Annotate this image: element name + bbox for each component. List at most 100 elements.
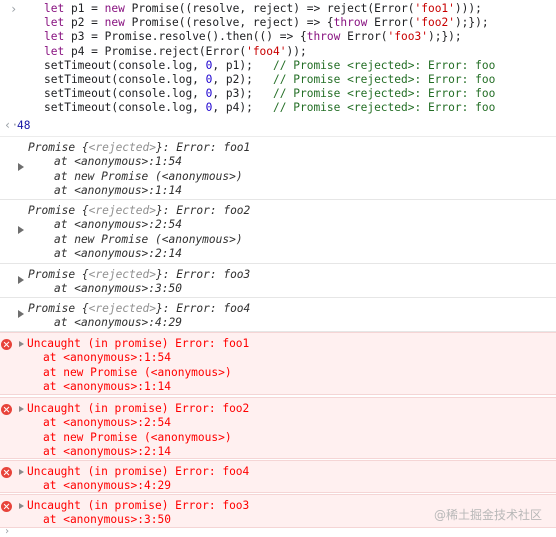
code-token: 'foo3' xyxy=(387,30,428,44)
code-token: , p4); xyxy=(212,101,274,115)
code-token: 'foo4' xyxy=(246,44,287,58)
error-message: Uncaught (in promise) Error: foo3 xyxy=(27,499,250,512)
expand-triangle-icon[interactable] xyxy=(18,310,24,318)
error-icon xyxy=(1,339,12,350)
console-log-entry[interactable]: Promise {<rejected>}: Error: foo3 at <ano… xyxy=(0,264,556,298)
code-token: // Promise <rejected>: Error: foo xyxy=(273,58,496,72)
input-prompt-icon: › xyxy=(10,2,18,16)
stack-frame: at <anonymous>:2:14 xyxy=(54,247,182,261)
code-token: , p3); xyxy=(212,87,274,101)
code-line: let p4 = Promise.reject(Error('foo4')); xyxy=(44,45,495,59)
log-head-part: <rejected> xyxy=(88,268,156,281)
console-error-entry[interactable]: Uncaught (in promise) Error: foo1 at <ano… xyxy=(0,332,556,395)
code-token: p2 = xyxy=(64,16,105,30)
result-row: ‹· 48 xyxy=(0,116,556,137)
expand-triangle-icon[interactable] xyxy=(19,406,24,412)
log-head-part: }: Error: foo3 xyxy=(155,268,251,281)
error-icon xyxy=(1,501,12,512)
log-headline: Promise {<rejected>}: Error: foo3 xyxy=(28,268,250,282)
code-token: let xyxy=(44,2,65,15)
code-token: Promise((resolve, reject) => reject(Erro… xyxy=(124,2,415,15)
console-log-entry[interactable]: Promise {<rejected>}: Error: foo4 at <ano… xyxy=(0,298,556,332)
stack-frame: at <anonymous>:1:14 xyxy=(54,184,182,198)
stack-frame: at <anonymous>:4:29 xyxy=(54,316,182,330)
code-token: new xyxy=(104,16,125,30)
code-token: , p2); xyxy=(212,73,274,87)
code-input: let p1 = new Promise((resolve, reject) =… xyxy=(44,2,495,116)
log-head-part: Promise { xyxy=(28,268,89,281)
stack-frame: at <anonymous>:1:54 xyxy=(43,351,171,365)
log-head-part: }: Error: foo1 xyxy=(155,141,251,154)
console-prompt-icon[interactable]: › xyxy=(4,526,10,537)
code-token: // Promise <rejected>: Error: foo xyxy=(273,73,496,87)
code-token: p1 = xyxy=(64,2,105,15)
code-token: Error( xyxy=(367,16,415,30)
code-line: let p1 = new Promise((resolve, reject) =… xyxy=(44,2,495,16)
code-line: let p3 = Promise.resolve().then(() => {t… xyxy=(44,30,495,44)
code-token: );}); xyxy=(454,16,489,30)
log-head-part: }: Error: foo2 xyxy=(155,204,251,217)
log-headline: Promise {<rejected>}: Error: foo4 xyxy=(28,302,250,316)
code-token: setTimeout(console.log, xyxy=(44,58,206,72)
code-token: Promise((resolve, reject) => { xyxy=(124,16,334,30)
code-token: 'foo2' xyxy=(414,16,455,30)
code-token: let xyxy=(44,16,65,30)
expand-triangle-icon[interactable] xyxy=(19,341,24,347)
watermark: @稀土掘金技术社区 xyxy=(433,508,542,522)
code-token: )); xyxy=(286,44,307,58)
console-error-entry[interactable]: Uncaught (in promise) Error: foo4 at <ano… xyxy=(0,460,556,493)
expand-triangle-icon[interactable] xyxy=(19,469,24,475)
stack-frame: at <anonymous>:4:29 xyxy=(43,479,171,493)
stack-frame: at <anonymous>:2:54 xyxy=(54,218,182,232)
code-token: throw xyxy=(306,30,341,44)
code-line: setTimeout(console.log, 0, p1); // Promi… xyxy=(44,59,495,73)
code-token: p4 = Promise.reject(Error( xyxy=(64,44,247,58)
log-head-part: <rejected> xyxy=(88,204,156,217)
stack-frame: at new Promise (<anonymous>) xyxy=(54,232,243,246)
stack-frame: at <anonymous>:2:54 xyxy=(43,416,171,430)
stack-frame: at new Promise (<anonymous>) xyxy=(43,365,232,379)
stack-frame: at <anonymous>:3:50 xyxy=(43,513,171,527)
console-log-entry[interactable]: Promise {<rejected>}: Error: foo2 at <ano… xyxy=(0,200,556,264)
code-token: // Promise <rejected>: Error: foo xyxy=(273,101,496,115)
log-head-part: Promise { xyxy=(28,141,89,154)
code-token: setTimeout(console.log, xyxy=(44,73,206,87)
code-line: let p2 = new Promise((resolve, reject) =… xyxy=(44,16,495,30)
code-token: 'foo1' xyxy=(414,2,455,15)
log-head-part: <rejected> xyxy=(88,302,156,315)
code-token: setTimeout(console.log, xyxy=(44,101,206,115)
expand-triangle-icon[interactable] xyxy=(19,503,24,509)
error-icon xyxy=(1,404,12,415)
stack-frame: at <anonymous>:1:54 xyxy=(54,155,182,169)
error-message: Uncaught (in promise) Error: foo1 xyxy=(27,337,250,350)
expand-triangle-icon[interactable] xyxy=(18,226,24,234)
expand-triangle-icon[interactable] xyxy=(18,276,24,284)
code-line: setTimeout(console.log, 0, p3); // Promi… xyxy=(44,87,495,101)
stack-frame: at <anonymous>:1:14 xyxy=(43,380,171,394)
code-token: Error( xyxy=(340,30,388,44)
log-headline: Promise {<rejected>}: Error: foo1 xyxy=(28,141,250,155)
code-token: // Promise <rejected>: Error: foo xyxy=(273,87,496,101)
stack-frame: at <anonymous>:2:14 xyxy=(43,445,171,459)
return-value: 48 xyxy=(17,119,31,132)
log-head-part: <rejected> xyxy=(88,141,156,154)
code-token: setTimeout(console.log, xyxy=(44,87,206,101)
code-token: ))); xyxy=(454,2,482,15)
error-message: Uncaught (in promise) Error: foo2 xyxy=(27,402,250,415)
code-token: p3 = Promise.resolve().then(() => { xyxy=(64,30,307,44)
log-head-part: }: Error: foo4 xyxy=(155,302,251,315)
code-token: let xyxy=(44,30,65,44)
code-token: let xyxy=(44,44,65,58)
error-icon xyxy=(1,467,12,478)
stack-frame: at new Promise (<anonymous>) xyxy=(43,430,232,444)
log-head-part: Promise { xyxy=(28,204,89,217)
expand-triangle-icon[interactable] xyxy=(18,163,24,171)
stack-frame: at new Promise (<anonymous>) xyxy=(54,169,243,183)
log-headline: Promise {<rejected>}: Error: foo2 xyxy=(28,204,250,218)
code-line: setTimeout(console.log, 0, p2); // Promi… xyxy=(44,73,495,87)
log-head-part: Promise { xyxy=(28,302,89,315)
console-log-entry[interactable]: Promise {<rejected>}: Error: foo1 at <ano… xyxy=(0,137,556,200)
console-error-entry[interactable]: Uncaught (in promise) Error: foo2 at <ano… xyxy=(0,397,556,459)
code-token: new xyxy=(104,2,125,15)
stack-frame: at <anonymous>:3:50 xyxy=(54,282,182,296)
